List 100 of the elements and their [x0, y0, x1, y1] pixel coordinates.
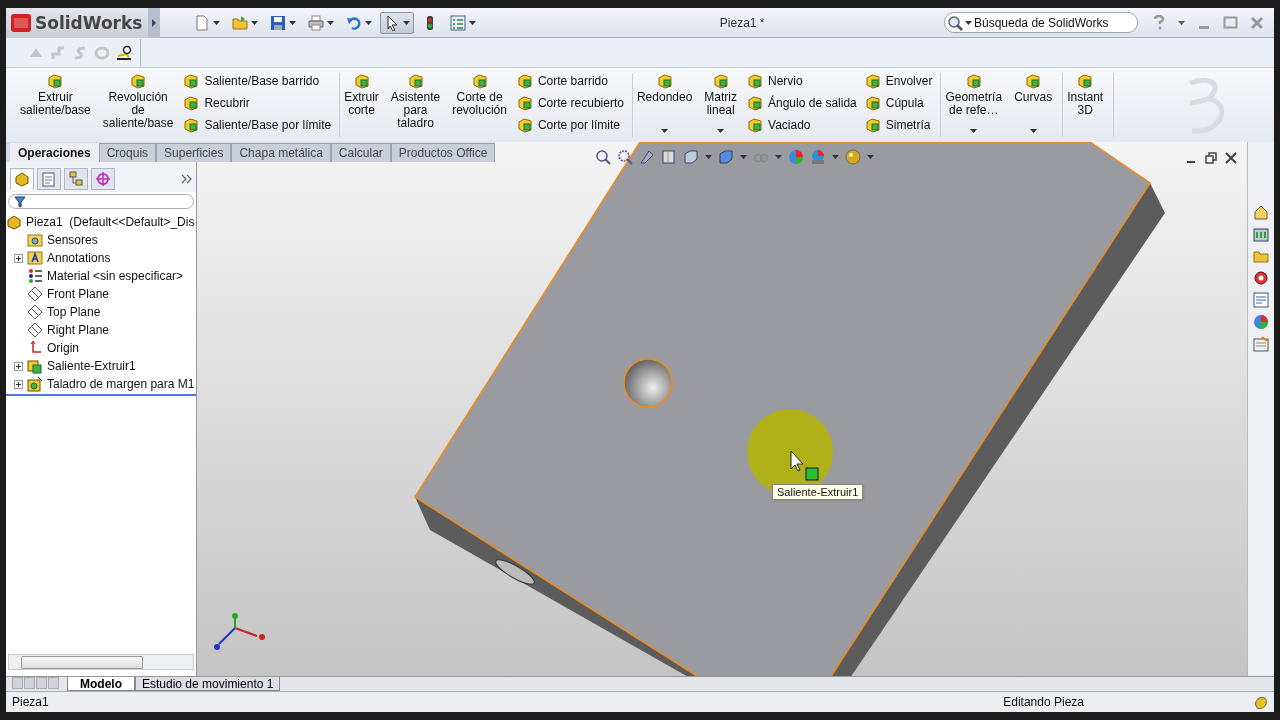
ribbon-button[interactable]: Extruir saliente/base: [18, 73, 93, 137]
block-icon: [353, 73, 370, 89]
previous-view-icon[interactable]: [639, 149, 655, 165]
filter-icon[interactable]: [14, 196, 26, 208]
caret-icon[interactable]: [289, 20, 297, 25]
library-icon[interactable]: [1253, 226, 1269, 242]
caret-icon[interactable]: [717, 129, 725, 133]
expand-icon[interactable]: [14, 361, 23, 371]
window-title: Pieza1 *: [719, 15, 765, 30]
floppy-icon[interactable]: [270, 14, 287, 31]
tree-item[interactable]: Material <sin especificar>: [14, 267, 196, 285]
ribbon-button[interactable]: Envolver: [864, 73, 933, 89]
menu-arrow-icon[interactable]: [151, 17, 158, 28]
bottom-tab[interactable]: Modelo: [67, 677, 135, 691]
expand-icon[interactable]: [14, 253, 23, 263]
chevron-icon[interactable]: [181, 174, 192, 184]
view-orientation-icon[interactable]: [683, 149, 699, 165]
app-logo[interactable]: SolidWorks: [6, 7, 149, 38]
ribbon-button[interactable]: Extruir corte: [342, 73, 381, 137]
toolbar-button[interactable]: [380, 11, 415, 34]
block-icon: [864, 95, 881, 111]
tree-item[interactable]: Pieza1 (Default<<Default>_Dis: [6, 213, 196, 231]
ribbon-button[interactable]: Redondeo: [634, 73, 695, 137]
caret-icon[interactable]: [251, 20, 259, 25]
block-icon: [516, 95, 533, 111]
ribbon-button[interactable]: Instant 3D: [1065, 73, 1106, 137]
ribbon-button[interactable]: Revolución de saliente/base: [100, 73, 176, 137]
tree-item[interactable]: Sensores: [14, 231, 196, 249]
caret-icon[interactable]: [661, 129, 669, 133]
caret-icon[interactable]: [1029, 129, 1037, 133]
search-field[interactable]: Búsqueda de SolidWorks: [944, 12, 1138, 33]
ribbon-button[interactable]: Simetría: [864, 117, 933, 133]
pin-icon[interactable]: [1254, 695, 1268, 709]
bottom-tab[interactable]: Estudio de movimiento 1: [135, 677, 281, 691]
restore-icon[interactable]: [1205, 152, 1217, 164]
checklist-icon[interactable]: [450, 14, 467, 31]
ribbon-button[interactable]: Geometría de refe…: [943, 73, 1005, 137]
part-icon: [6, 214, 22, 230]
ribbon-button[interactable]: Recubrir: [183, 95, 332, 111]
ribbon-button[interactable]: Cúpula: [864, 95, 933, 111]
horizontal-scrollbar[interactable]: [8, 654, 194, 670]
caret-icon[interactable]: [403, 20, 411, 25]
ribbon-button[interactable]: Corte por límite: [516, 117, 624, 133]
block-icon: [747, 73, 763, 89]
ribbon-button[interactable]: Saliente/Base barrido: [183, 73, 332, 89]
ribbon-button[interactable]: Corte de revolución: [450, 73, 509, 137]
ribbon-button[interactable]: Vaciado: [747, 117, 857, 133]
caret-icon[interactable]: [469, 20, 477, 25]
block-icon: [747, 95, 763, 111]
zoom-area-icon[interactable]: [617, 149, 633, 165]
ribbon-button[interactable]: Nervio: [747, 73, 857, 89]
home-icon[interactable]: [1253, 204, 1269, 220]
folder-icon[interactable]: [1253, 248, 1269, 264]
status-text: Editando Pieza: [1003, 695, 1084, 709]
caret-icon[interactable]: [365, 20, 373, 25]
ribbon-button[interactable]: Corte recubierto: [516, 95, 624, 111]
command-tab[interactable]: Croquis: [98, 143, 157, 162]
command-tab[interactable]: Operaciones: [10, 143, 99, 162]
ribbon-button[interactable]: Curvas: [1012, 73, 1055, 137]
filter-field[interactable]: [8, 194, 194, 209]
tree-item[interactable]: Top Plane: [14, 303, 196, 321]
ribbon-button[interactable]: Asistente para taladro: [388, 73, 443, 137]
block-icon: [516, 73, 533, 89]
command-tab[interactable]: Superficies: [156, 143, 232, 162]
block-icon: [1025, 73, 1042, 89]
caret-icon[interactable]: [965, 20, 972, 25]
tree-item[interactable]: Annotations: [14, 249, 196, 267]
tree-item[interactable]: Saliente-Extruir1: [14, 357, 196, 375]
ribbon-button[interactable]: Saliente/Base por límite: [183, 117, 332, 133]
help-icon[interactable]: [1152, 14, 1166, 31]
caret-icon[interactable]: [1178, 20, 1185, 25]
ribbon-button[interactable]: Corte barrido: [516, 73, 624, 89]
custom-properties-icon[interactable]: [1253, 336, 1269, 352]
maximize-icon[interactable]: [1223, 15, 1238, 30]
realview-icon[interactable]: [845, 149, 861, 165]
tree-item[interactable]: Origin: [14, 339, 196, 357]
tree-item[interactable]: Right Plane: [14, 321, 196, 339]
tree-item[interactable]: Front Plane: [14, 285, 196, 303]
sw-logo-icon: [10, 12, 32, 33]
extrude-icon: [27, 358, 43, 374]
block-icon: [747, 117, 763, 133]
caret-icon[interactable]: [327, 20, 335, 25]
command-tab[interactable]: Calcular: [330, 143, 391, 162]
ribbon-button[interactable]: Matriz lineal: [702, 73, 739, 137]
caret-icon[interactable]: [970, 129, 978, 133]
ribbon-button[interactable]: Ángulo de salida: [747, 95, 857, 111]
status-text: Pieza1: [12, 695, 49, 709]
undo-icon[interactable]: [346, 14, 363, 31]
command-tab[interactable]: Chapa metálica: [231, 143, 331, 162]
caret-icon[interactable]: [213, 20, 221, 25]
properties-list-icon[interactable]: [1253, 292, 1269, 308]
appearance-icon[interactable]: [1253, 314, 1269, 330]
zoom-fit-icon[interactable]: [595, 149, 611, 165]
display-style-icon[interactable]: [718, 149, 734, 165]
tree-item[interactable]: Taladro de margen para M1: [14, 375, 196, 393]
command-tab[interactable]: Productos Office: [390, 143, 496, 162]
view-palette-icon[interactable]: [1253, 270, 1269, 286]
expand-icon[interactable]: [14, 379, 23, 389]
section-view-icon[interactable]: [661, 149, 677, 165]
close-icon[interactable]: [1225, 152, 1237, 164]
